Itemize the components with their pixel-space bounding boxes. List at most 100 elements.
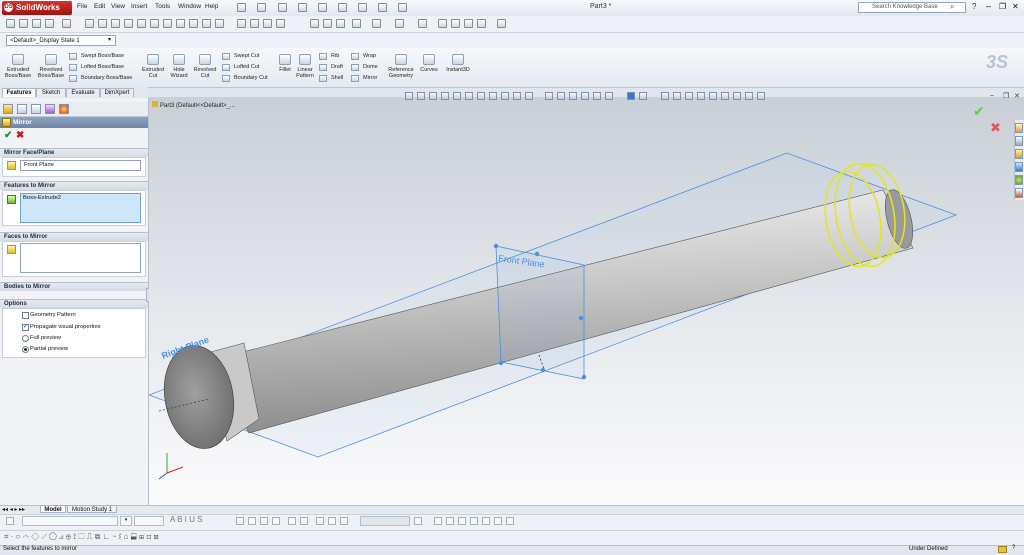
display-state-select[interactable]: <Default>_Display State 1 [6,35,116,46]
line-spacing-icon[interactable] [340,517,348,525]
menu-insert[interactable]: Insert [131,3,147,10]
undo-icon[interactable] [318,3,327,12]
solidworks-logo[interactable]: DS SolidWorks [2,1,72,15]
previous-view-icon[interactable] [429,92,437,100]
cancel-button[interactable]: ✖ [16,130,24,141]
color-display-icon[interactable] [506,517,514,525]
sketch-rectangle-icon[interactable] [98,19,107,28]
features-group-header[interactable]: Features to Mirror [0,181,148,190]
wrap-button[interactable]: Wrap [351,53,376,60]
revolved-cut-button[interactable]: Revolved Cut [192,54,218,79]
tab-sketch[interactable]: Sketch [36,88,66,97]
viewport-restore-icon[interactable]: ❐ [1003,92,1009,100]
front-view-icon[interactable] [661,92,669,100]
file-explorer-icon[interactable] [1015,149,1023,159]
viewport-minimize-icon[interactable]: – [990,92,994,99]
camera-icon[interactable] [639,92,647,100]
view-orientation-icon[interactable] [465,92,473,100]
realview-icon[interactable] [464,19,473,28]
toolbar-icon-3[interactable] [32,19,41,28]
sketch-offset-icon[interactable] [202,19,211,28]
right-view-icon[interactable] [697,92,705,100]
full-preview-radio[interactable] [22,335,29,342]
chevron-down-icon[interactable]: ▾ [108,36,111,43]
save-icon[interactable] [278,3,287,12]
indent-icon[interactable] [316,517,324,525]
top-view-icon[interactable] [709,92,717,100]
reference-geometry-button[interactable]: Reference Geometry [385,54,417,79]
feature-manager-icon[interactable] [3,104,13,114]
property-manager-icon[interactable] [17,104,27,114]
font-select[interactable] [22,516,118,526]
view-cube-icon[interactable] [545,92,553,100]
help-status-icon[interactable]: ? [1012,545,1015,551]
justify-icon[interactable] [272,517,280,525]
appearance-icon[interactable] [438,19,447,28]
geometry-pattern-checkbox[interactable] [22,312,29,319]
perspective-icon[interactable] [627,92,635,100]
dome-button[interactable]: Dome [351,64,378,71]
isometric-view-icon[interactable] [733,92,741,100]
shaded-icon[interactable] [569,92,577,100]
solidworks-resources-icon[interactable] [1015,123,1023,133]
align-left-icon[interactable] [236,517,244,525]
hide-show-icon[interactable] [418,19,427,28]
tab-motion-study[interactable]: Motion Study 1 [67,505,117,513]
ok-button[interactable]: ✔ [4,130,12,141]
graphics-viewport[interactable]: Front Plane Right Plane [149,97,1024,505]
appearances-icon[interactable] [1015,175,1023,185]
linear-pattern-button[interactable]: Linear Pattern [294,54,316,79]
toolbar-icon-2[interactable] [19,19,28,28]
numbering-icon[interactable] [300,517,308,525]
tab-scroll-icon[interactable]: ◂◂ ◂ ▸ ▸▸ [2,506,25,513]
line-style-icon[interactable] [470,517,478,525]
rib-button[interactable]: Rib [319,53,339,60]
apply-scene-icon[interactable] [513,92,521,100]
menu-view[interactable]: View [111,3,125,10]
line-thickness-icon[interactable] [458,517,466,525]
close-icon[interactable]: ✕ [1012,2,1019,11]
file-properties-icon[interactable] [378,3,387,12]
propagate-checkbox[interactable]: ✓ [22,324,29,331]
curves-button[interactable]: Curves [418,54,440,73]
print-icon[interactable] [298,3,307,12]
faces-group-header[interactable]: Faces to Mirror [0,232,148,241]
boundary-cut-button[interactable]: Boundary Cut [222,75,268,82]
bullets-icon[interactable] [288,517,296,525]
zoom-to-area-icon[interactable] [417,92,425,100]
plane-handle[interactable] [534,251,540,257]
rebuild-icon[interactable] [358,3,367,12]
instant3d-button[interactable]: Instant3D [443,54,473,73]
toolbar-icon-5[interactable] [62,19,71,28]
restore-icon[interactable]: ❐ [999,2,1006,11]
display-style-icon[interactable] [477,92,485,100]
menu-file[interactable]: File [77,3,87,10]
zoom-to-fit-icon[interactable] [405,92,413,100]
new-document-icon[interactable] [237,3,246,12]
font-size-select[interactable] [134,516,164,526]
configuration-manager-icon[interactable] [31,104,41,114]
edit-appearance-icon[interactable] [501,92,509,100]
view-settings-icon[interactable] [525,92,533,100]
text-format-icons[interactable]: A B I U S [170,515,202,524]
quick-snaps-icon[interactable] [276,19,285,28]
wireframe-icon[interactable] [593,92,601,100]
sketch-spline-icon[interactable] [137,19,146,28]
zoom-area-icon[interactable] [323,19,332,28]
menu-tools[interactable]: Tools [155,3,170,10]
repair-sketch-icon[interactable] [263,19,272,28]
tab-evaluate[interactable]: Evaluate [66,88,100,97]
toolbar-icon-1[interactable] [6,19,15,28]
tab-dimxpert[interactable]: DimXpert [100,88,134,97]
display-style-icon[interactable] [395,19,404,28]
options-group-header[interactable]: Options [0,299,148,308]
sketch-text-icon[interactable] [163,19,172,28]
rebuild-status-icon[interactable] [998,546,1007,553]
extruded-boss-button[interactable]: Extruded Boss/Base [4,54,32,79]
trimetric-view-icon[interactable] [745,92,753,100]
dynamic-annotation-icon[interactable] [453,92,461,100]
smart-dimension-icon[interactable] [237,19,246,28]
outdent-icon[interactable] [328,517,336,525]
plane-handle[interactable] [498,360,504,366]
sum-icon[interactable] [176,19,185,28]
